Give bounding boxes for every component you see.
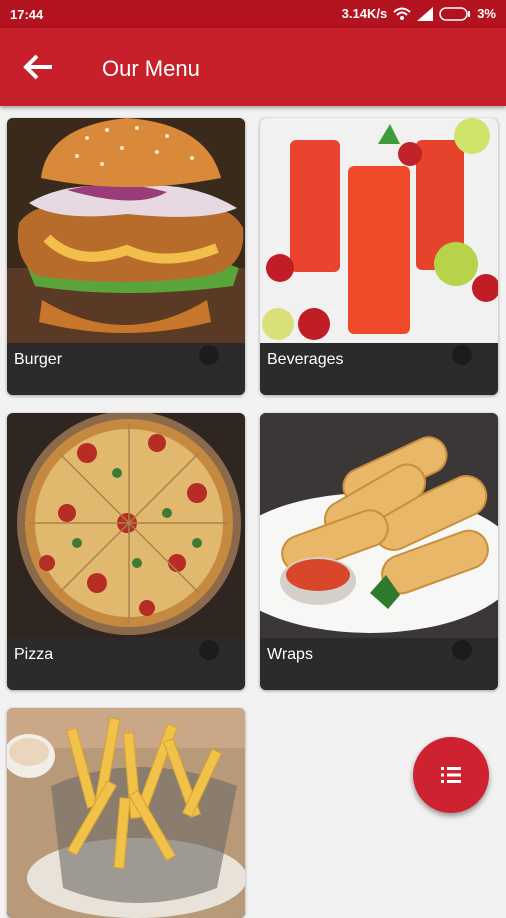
- menu-card-caption: Beverages: [260, 343, 498, 395]
- menu-card-pizza[interactable]: Pizza: [7, 413, 245, 690]
- caption-shadow-dot: [199, 345, 219, 365]
- app-bar: Our Menu: [0, 28, 506, 106]
- pizza-image: [7, 413, 245, 638]
- signal-icon: [417, 6, 434, 21]
- menu-list-fab[interactable]: [413, 737, 489, 813]
- arrow-back-icon: [23, 54, 52, 80]
- menu-card-fries[interactable]: [7, 708, 245, 918]
- status-icons: 3.14K/s 3%: [342, 6, 496, 21]
- status-time: 17:44: [10, 7, 44, 22]
- menu-card-caption: Burger: [7, 343, 245, 395]
- menu-card-caption: Wraps: [260, 638, 498, 690]
- wifi-icon: [393, 7, 411, 20]
- beverages-image: [260, 118, 498, 343]
- menu-card-label: Wraps: [267, 646, 313, 663]
- caption-shadow-dot: [199, 640, 219, 660]
- caption-shadow-dot: [452, 345, 472, 365]
- menu-card-wraps[interactable]: Wraps: [260, 413, 498, 690]
- menu-card-beverages[interactable]: Beverages: [260, 118, 498, 395]
- menu-card-label: Burger: [14, 351, 63, 368]
- menu-card-caption: Pizza: [7, 638, 245, 690]
- network-speed: 3.14K/s: [341, 6, 388, 21]
- status-bar: 17:44 3.14K/s 3%: [0, 0, 506, 28]
- back-button[interactable]: [22, 52, 58, 82]
- menu-card-burger[interactable]: Burger: [7, 118, 245, 395]
- menu-card-label: Pizza: [14, 646, 54, 663]
- battery-icon: [439, 6, 471, 21]
- battery-level: 3%: [477, 6, 496, 21]
- caption-shadow-dot: [452, 640, 472, 660]
- fries-image: [7, 708, 245, 918]
- wraps-image: [260, 413, 498, 638]
- list-icon: [441, 767, 461, 783]
- menu-card-label: Beverages: [267, 351, 344, 368]
- burger-image: [7, 118, 245, 343]
- page-title: Our Menu: [102, 56, 200, 81]
